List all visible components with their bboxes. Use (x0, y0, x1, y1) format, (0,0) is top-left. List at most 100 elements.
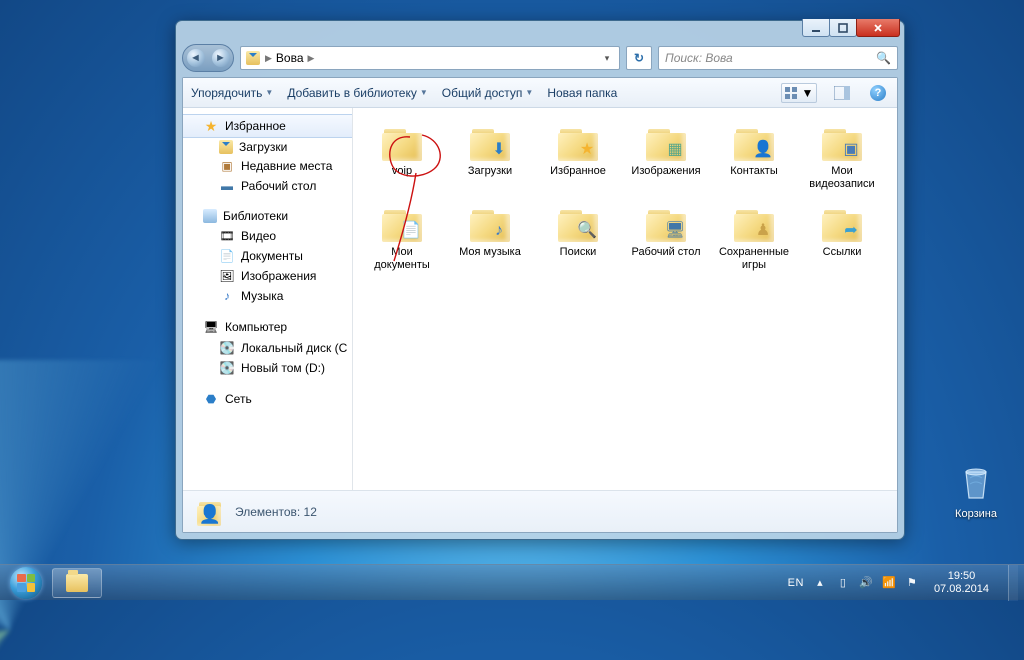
breadcrumb-separator-icon: ▶ (265, 53, 272, 64)
network-icon[interactable]: 📶 (882, 576, 896, 590)
help-icon: ? (870, 85, 886, 101)
show-hidden-icons[interactable]: ▴ (813, 576, 827, 590)
libraries-icon (203, 209, 217, 223)
folder-icon: ▣ (818, 123, 866, 163)
recycle-bin-desktop-icon[interactable]: Корзина (946, 462, 1006, 520)
taskbar: EN ▴ ▯ 🔊 📶 ⚑ 19:50 07.08.2014 (0, 564, 1024, 600)
sidebar-item-pictures[interactable]: 🖼Изображения (183, 266, 352, 286)
folder-item[interactable]: 👤Контакты (713, 118, 795, 195)
folder-item[interactable]: ▦Изображения (625, 118, 707, 195)
new-folder-button[interactable]: Новая папка (547, 86, 617, 100)
folder-icon: ♪ (466, 204, 514, 244)
start-button[interactable] (4, 567, 48, 599)
folder-item[interactable]: voip (361, 118, 443, 195)
sidebar-item-drive-d[interactable]: 💽Новый том (D:) (183, 358, 352, 378)
maximize-button[interactable] (829, 19, 857, 37)
folder-label: Ссылки (823, 246, 862, 259)
command-bar: Упорядочить▼ Добавить в библиотеку▼ Общи… (183, 78, 897, 108)
show-desktop-button[interactable] (1008, 565, 1018, 601)
sidebar-item-music[interactable]: ♪Музыка (183, 286, 352, 306)
refresh-button[interactable]: ↻ (626, 46, 652, 70)
windows-logo-icon (10, 567, 42, 599)
folder-icon: 📄 (378, 204, 426, 244)
address-dropdown-icon[interactable]: ▾ (599, 53, 615, 64)
folder-label: Изображения (631, 165, 700, 178)
address-bar[interactable]: ▶ Вова ▶ ▾ (240, 46, 620, 70)
sidebar-item-documents[interactable]: 📄Документы (183, 246, 352, 266)
search-placeholder: Поиск: Вова (665, 51, 733, 65)
folder-label: Сохраненные игры (716, 246, 792, 271)
sidebar-computer-header[interactable]: 🖥Компьютер (183, 316, 352, 338)
folder-item[interactable]: ➦ Ссылки (801, 199, 883, 276)
video-icon: 🎞 (219, 228, 235, 244)
sidebar-favorites-header[interactable]: ★Избранное (183, 114, 352, 138)
clock-time: 19:50 (934, 570, 989, 583)
folder-content[interactable]: voip ⬇ Загрузки ★Избранное▦Изображения👤Конт… (353, 108, 897, 490)
star-icon: ★ (203, 118, 219, 134)
pictures-icon: 🖼 (219, 268, 235, 284)
drive-icon: 💽 (219, 340, 235, 356)
organize-menu[interactable]: Упорядочить▼ (191, 86, 273, 100)
folder-item[interactable]: ★Избранное (537, 118, 619, 195)
language-indicator[interactable]: EN (788, 577, 804, 589)
music-icon: ♪ (219, 288, 235, 304)
taskbar-item-explorer[interactable] (52, 568, 102, 598)
computer-icon: 🖥 (203, 319, 219, 335)
minimize-button[interactable] (802, 19, 830, 37)
folder-icon: ➦ (818, 204, 866, 244)
folder-item[interactable]: ♪ Моя музыка (449, 199, 531, 276)
folder-label: Рабочий стол (631, 246, 700, 259)
window-controls (803, 19, 900, 37)
downloads-icon (219, 140, 233, 154)
recycle-bin-label: Корзина (946, 508, 1006, 520)
clock[interactable]: 19:50 07.08.2014 (928, 570, 995, 595)
preview-pane-button[interactable] (831, 83, 853, 103)
sidebar-item-desktop[interactable]: ▬Рабочий стол (183, 176, 352, 196)
breadcrumb-segment[interactable]: Вова (276, 51, 304, 65)
folder-item[interactable]: ⬇ Загрузки (449, 118, 531, 195)
folder-label: Моя музыка (459, 246, 521, 259)
navigation-pane: ★Избранное Загрузки ▣Недавние места ▬Раб… (183, 108, 353, 490)
user-folder-icon (245, 50, 261, 66)
sidebar-libraries-header[interactable]: Библиотеки (183, 206, 352, 226)
action-center-icon[interactable]: ⚑ (905, 576, 919, 590)
folder-icon: 🔍 (554, 204, 602, 244)
folder-item[interactable]: ▣Мои видеозаписи (801, 118, 883, 195)
nav-back-forward[interactable]: ◄ ► (182, 44, 234, 72)
sidebar-item-drive-c[interactable]: 💽Локальный диск (C (183, 338, 352, 358)
clock-date: 07.08.2014 (934, 583, 989, 596)
folder-item[interactable]: 📄Мои документы (361, 199, 443, 276)
forward-button[interactable]: ► (212, 49, 230, 67)
help-button[interactable]: ? (867, 83, 889, 103)
folder-item[interactable]: ♟Сохраненные игры (713, 199, 795, 276)
folder-icon: ♟ (730, 204, 778, 244)
recycle-bin-icon (956, 462, 996, 502)
system-tray: EN ▴ ▯ 🔊 📶 ⚑ 19:50 07.08.2014 (788, 565, 1020, 601)
navigation-row: ◄ ► ▶ Вова ▶ ▾ ↻ Поиск: Вова 🔍 (182, 43, 898, 73)
chevron-down-icon: ▼ (525, 88, 533, 97)
folder-label: Контакты (730, 165, 778, 178)
search-input[interactable]: Поиск: Вова 🔍 (658, 46, 898, 70)
add-to-library-menu[interactable]: Добавить в библиотеку▼ (287, 86, 427, 100)
sidebar-item-recent[interactable]: ▣Недавние места (183, 156, 352, 176)
close-button[interactable] (856, 19, 900, 37)
details-pane: 👤 Элементов: 12 (183, 490, 897, 532)
view-options-button[interactable]: ▼ (781, 83, 817, 103)
folder-item[interactable]: 🔍 Поиски (537, 199, 619, 276)
back-button[interactable]: ◄ (187, 49, 205, 67)
share-menu[interactable]: Общий доступ▼ (442, 86, 534, 100)
folder-label: Загрузки (468, 165, 512, 178)
folder-icon: 🖥 (642, 204, 690, 244)
sidebar-item-videos[interactable]: 🎞Видео (183, 226, 352, 246)
folder-label: Поиски (560, 246, 597, 259)
volume-icon[interactable]: 🔊 (859, 576, 873, 590)
sidebar-network-header[interactable]: ⬣Сеть (183, 388, 352, 410)
folder-icon: ⬇ (466, 123, 514, 163)
sidebar-item-downloads[interactable]: Загрузки (183, 138, 352, 156)
folder-item[interactable]: 🖥 Рабочий стол (625, 199, 707, 276)
user-folder-icon: 👤 (193, 496, 225, 528)
battery-icon[interactable]: ▯ (836, 576, 850, 590)
document-icon: 📄 (219, 248, 235, 264)
chevron-down-icon: ▼ (420, 88, 428, 97)
folder-label: Избранное (550, 165, 606, 178)
